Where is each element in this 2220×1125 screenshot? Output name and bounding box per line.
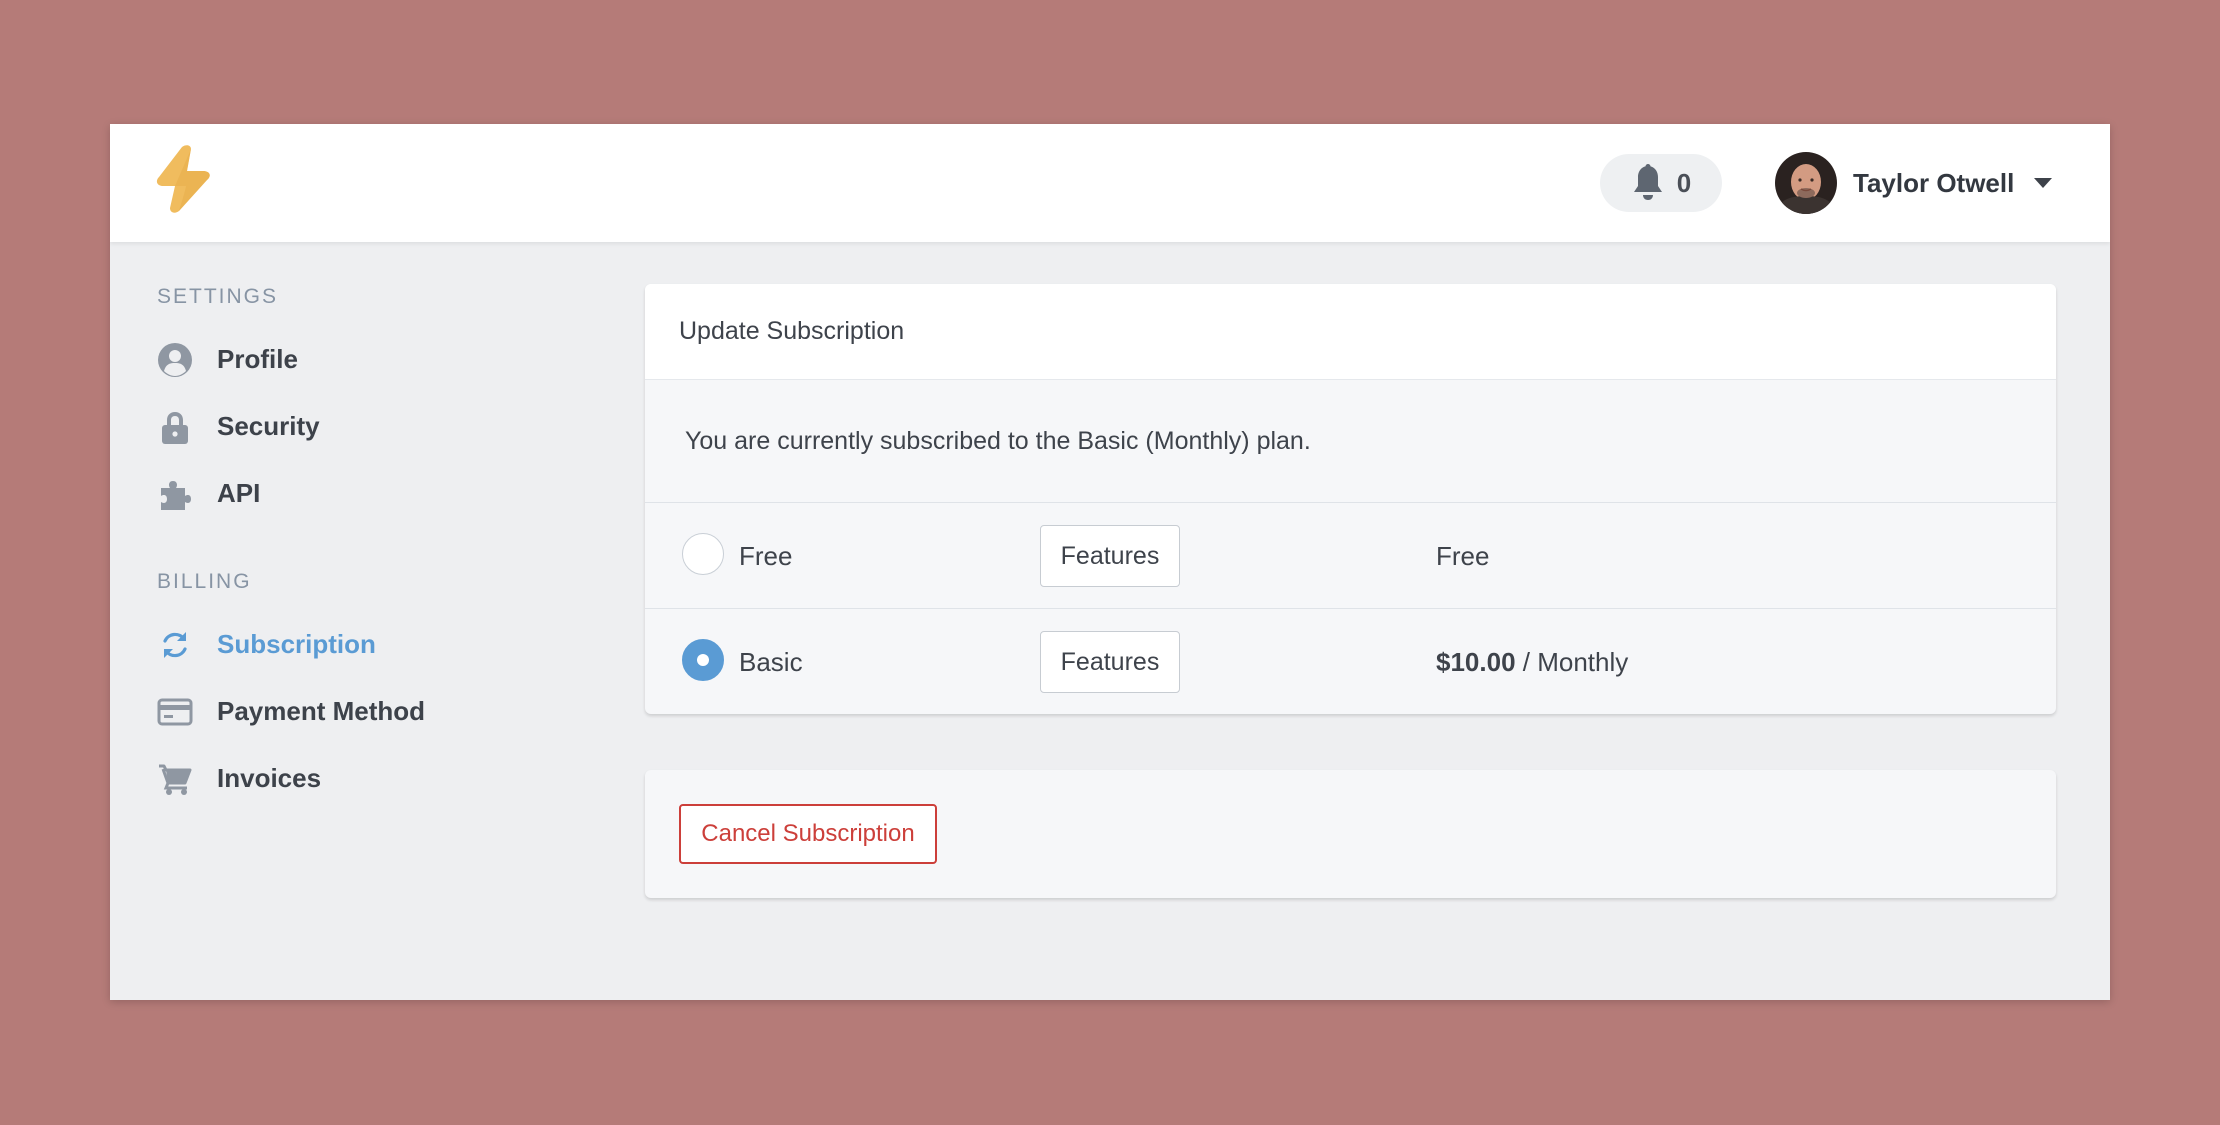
billing-section-title: BILLING <box>157 570 252 593</box>
sidebar-item-label: Security <box>217 411 320 441</box>
settings-nav: Profile Security API <box>157 326 637 527</box>
user-name: Taylor Otwell <box>1853 167 2015 198</box>
plan-name: Free <box>739 541 793 571</box>
top-navbar: 0 Taylor Otwell <box>110 124 2110 242</box>
bell-icon <box>1633 164 1662 200</box>
user-circle-icon <box>158 342 192 377</box>
plan-price: Free <box>1436 541 1490 571</box>
app-window: 0 Taylor Otwell SETTINGS Profile Securit… <box>110 124 2110 1000</box>
plan-row-basic: Basic Features $10.00 / Monthly <box>645 609 2056 714</box>
cancel-subscription-button[interactable]: Cancel Subscription <box>679 804 937 864</box>
settings-section-title: SETTINGS <box>157 285 279 308</box>
sidebar-item-security[interactable]: Security <box>157 393 637 460</box>
lightning-bolt-icon[interactable] <box>155 144 213 214</box>
update-subscription-card: Update Subscription You are currently su… <box>645 284 2056 714</box>
refresh-icon <box>163 631 187 658</box>
card-title: Update Subscription <box>679 317 905 345</box>
puzzle-icon <box>161 480 191 510</box>
notifications-button[interactable]: 0 <box>1600 154 1722 212</box>
avatar <box>1775 152 1837 214</box>
sidebar-item-label: Profile <box>217 344 298 374</box>
features-button[interactable]: Features <box>1040 631 1180 693</box>
features-button[interactable]: Features <box>1040 525 1180 587</box>
caret-down-icon <box>2034 178 2053 188</box>
card-header: Update Subscription <box>645 284 2056 380</box>
user-menu[interactable]: Taylor Otwell <box>1775 152 2053 214</box>
sidebar-item-invoices[interactable]: Invoices <box>157 745 637 812</box>
sidebar-item-api[interactable]: API <box>157 460 637 527</box>
billing-nav: Subscription Payment Method Invoices <box>157 611 637 812</box>
price-period: / Monthly <box>1515 647 1629 677</box>
sidebar-item-payment-method[interactable]: Payment Method <box>157 678 637 745</box>
lock-icon <box>162 411 188 444</box>
plan-row-free: Free Features Free <box>645 503 2056 609</box>
sidebar-item-label: Payment Method <box>217 696 426 726</box>
credit-card-icon <box>157 698 193 725</box>
plan-price: $10.00 / Monthly <box>1436 609 1628 714</box>
plan-name: Basic <box>739 647 803 677</box>
sidebar-item-label: API <box>217 478 261 508</box>
settings-sidebar: SETTINGS Profile Security API BILLING Su… <box>157 282 637 812</box>
price-amount: $10.00 <box>1436 647 1516 677</box>
current-plan-text: You are currently subscribed to the Basi… <box>645 380 2056 503</box>
cart-icon <box>159 764 192 795</box>
cancel-subscription-card: Cancel Subscription <box>645 770 2056 898</box>
plan-radio-free[interactable] <box>682 533 724 575</box>
plan-radio-basic[interactable] <box>682 639 724 681</box>
sidebar-item-profile[interactable]: Profile <box>157 326 637 393</box>
sidebar-item-label: Invoices <box>217 763 322 793</box>
sidebar-item-label: Subscription <box>217 629 376 659</box>
notification-count: 0 <box>1676 167 1692 198</box>
sidebar-item-subscription[interactable]: Subscription <box>157 611 637 678</box>
